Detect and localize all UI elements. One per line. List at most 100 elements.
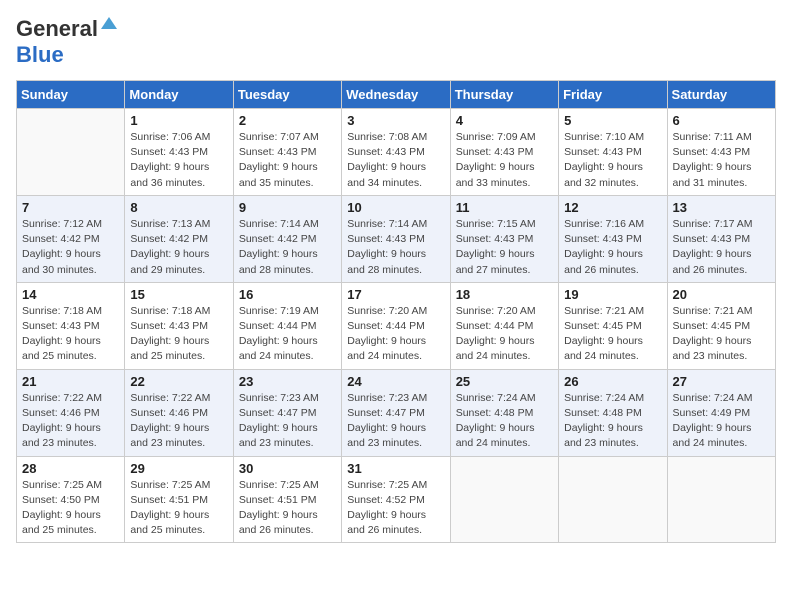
calendar-cell: 28 Sunrise: 7:25 AMSunset: 4:50 PMDayligh… (17, 456, 125, 543)
calendar-cell: 12 Sunrise: 7:16 AMSunset: 4:43 PMDayligh… (559, 195, 667, 282)
day-number: 25 (456, 374, 553, 389)
day-number: 19 (564, 287, 661, 302)
day-number: 13 (673, 200, 770, 215)
calendar-cell: 11 Sunrise: 7:15 AMSunset: 4:43 PMDayligh… (450, 195, 558, 282)
day-number: 1 (130, 113, 227, 128)
calendar-cell: 15Sunrise: 7:18 AMSunset: 4:43 PMDayligh… (125, 282, 233, 369)
calendar-cell: 29 Sunrise: 7:25 AMSunset: 4:51 PMDayligh… (125, 456, 233, 543)
day-info: Sunrise: 7:17 AMSunset: 4:43 PMDaylight:… (673, 218, 753, 276)
calendar-cell: 19 Sunrise: 7:21 AMSunset: 4:45 PMDayligh… (559, 282, 667, 369)
calendar-cell: 14 Sunrise: 7:18 AMSunset: 4:43 PMDayligh… (17, 282, 125, 369)
day-info: Sunrise: 7:22 AMSunset: 4:46 PMDaylight:… (22, 392, 102, 450)
day-info: Sunrise: 7:21 AMSunset: 4:45 PMDaylight:… (564, 305, 644, 363)
day-info: Sunrise: 7:22 AMSunset: 4:46 PMDaylight:… (130, 392, 210, 450)
calendar-cell: 13 Sunrise: 7:17 AMSunset: 4:43 PMDayligh… (667, 195, 775, 282)
calendar-table: SundayMondayTuesdayWednesdayThursdayFrid… (16, 80, 776, 543)
calendar-cell: 25 Sunrise: 7:24 AMSunset: 4:48 PMDayligh… (450, 369, 558, 456)
day-number: 9 (239, 200, 336, 215)
day-info: Sunrise: 7:25 AMSunset: 4:52 PMDaylight:… (347, 479, 427, 537)
calendar-cell: 30 Sunrise: 7:25 AMSunset: 4:51 PMDayligh… (233, 456, 341, 543)
calendar-cell: 20Sunrise: 7:21 AMSunset: 4:45 PMDayligh… (667, 282, 775, 369)
calendar-cell: 9Sunrise: 7:14 AMSunset: 4:42 PMDaylight… (233, 195, 341, 282)
day-info: Sunrise: 7:12 AMSunset: 4:42 PMDaylight:… (22, 218, 102, 276)
calendar-cell: 3 Sunrise: 7:08 AMSunset: 4:43 PMDaylight… (342, 109, 450, 196)
day-number: 16 (239, 287, 336, 302)
calendar-cell: 4 Sunrise: 7:09 AMSunset: 4:43 PMDaylight… (450, 109, 558, 196)
day-number: 26 (564, 374, 661, 389)
day-number: 5 (564, 113, 661, 128)
day-info: Sunrise: 7:20 AMSunset: 4:44 PMDaylight:… (347, 305, 427, 363)
calendar-cell: 10 Sunrise: 7:14 AMSunset: 4:43 PMDayligh… (342, 195, 450, 282)
day-info: Sunrise: 7:25 AMSunset: 4:50 PMDaylight:… (22, 479, 102, 537)
day-info: Sunrise: 7:08 AMSunset: 4:43 PMDaylight:… (347, 131, 427, 189)
calendar-cell (450, 456, 558, 543)
day-number: 7 (22, 200, 119, 215)
calendar-cell (17, 109, 125, 196)
calendar-cell: 31 Sunrise: 7:25 AMSunset: 4:52 PMDayligh… (342, 456, 450, 543)
day-info: Sunrise: 7:19 AMSunset: 4:44 PMDaylight:… (239, 305, 319, 363)
calendar-week-row: 28 Sunrise: 7:25 AMSunset: 4:50 PMDayligh… (17, 456, 776, 543)
calendar-cell: 18 Sunrise: 7:20 AMSunset: 4:44 PMDayligh… (450, 282, 558, 369)
calendar-cell: 24 Sunrise: 7:23 AMSunset: 4:47 PMDayligh… (342, 369, 450, 456)
weekday-header-thursday: Thursday (450, 81, 558, 109)
day-info: Sunrise: 7:10 AMSunset: 4:43 PMDaylight:… (564, 131, 644, 189)
day-number: 23 (239, 374, 336, 389)
day-number: 3 (347, 113, 444, 128)
day-number: 28 (22, 461, 119, 476)
calendar-cell: 27 Sunrise: 7:24 AMSunset: 4:49 PMDayligh… (667, 369, 775, 456)
day-number: 12 (564, 200, 661, 215)
day-info: Sunrise: 7:16 AMSunset: 4:43 PMDaylight:… (564, 218, 644, 276)
weekday-header-sunday: Sunday (17, 81, 125, 109)
day-info: Sunrise: 7:13 AMSunset: 4:42 PMDaylight:… (130, 218, 210, 276)
day-number: 10 (347, 200, 444, 215)
calendar-cell: 1 Sunrise: 7:06 AMSunset: 4:43 PMDaylight… (125, 109, 233, 196)
day-info: Sunrise: 7:11 AMSunset: 4:43 PMDaylight:… (673, 131, 752, 189)
day-number: 11 (456, 200, 553, 215)
day-number: 2 (239, 113, 336, 128)
calendar-cell (559, 456, 667, 543)
calendar-cell: 16 Sunrise: 7:19 AMSunset: 4:44 PMDayligh… (233, 282, 341, 369)
day-number: 6 (673, 113, 770, 128)
day-number: 18 (456, 287, 553, 302)
weekday-header-tuesday: Tuesday (233, 81, 341, 109)
calendar-cell: 2 Sunrise: 7:07 AMSunset: 4:43 PMDaylight… (233, 109, 341, 196)
day-info: Sunrise: 7:25 AMSunset: 4:51 PMDaylight:… (130, 479, 210, 537)
day-info: Sunrise: 7:24 AMSunset: 4:49 PMDaylight:… (673, 392, 753, 450)
day-info: Sunrise: 7:14 AMSunset: 4:43 PMDaylight:… (347, 218, 427, 276)
day-number: 29 (130, 461, 227, 476)
calendar-week-row: 7 Sunrise: 7:12 AMSunset: 4:42 PMDaylight… (17, 195, 776, 282)
logo-general-text: General (16, 16, 98, 42)
calendar-cell: 8Sunrise: 7:13 AMSunset: 4:42 PMDaylight… (125, 195, 233, 282)
weekday-header-friday: Friday (559, 81, 667, 109)
day-number: 4 (456, 113, 553, 128)
day-number: 22 (130, 374, 227, 389)
day-info: Sunrise: 7:24 AMSunset: 4:48 PMDaylight:… (456, 392, 536, 450)
day-number: 27 (673, 374, 770, 389)
calendar-cell (667, 456, 775, 543)
calendar-cell: 26Sunrise: 7:24 AMSunset: 4:48 PMDayligh… (559, 369, 667, 456)
calendar-week-row: 21Sunrise: 7:22 AMSunset: 4:46 PMDayligh… (17, 369, 776, 456)
calendar-cell: 5 Sunrise: 7:10 AMSunset: 4:43 PMDaylight… (559, 109, 667, 196)
day-info: Sunrise: 7:21 AMSunset: 4:45 PMDaylight:… (673, 305, 753, 363)
day-info: Sunrise: 7:25 AMSunset: 4:51 PMDaylight:… (239, 479, 319, 537)
day-info: Sunrise: 7:18 AMSunset: 4:43 PMDaylight:… (22, 305, 102, 363)
calendar-cell: 22 Sunrise: 7:22 AMSunset: 4:46 PMDayligh… (125, 369, 233, 456)
day-info: Sunrise: 7:23 AMSunset: 4:47 PMDaylight:… (347, 392, 427, 450)
day-info: Sunrise: 7:23 AMSunset: 4:47 PMDaylight:… (239, 392, 319, 450)
logo: General Blue (16, 16, 117, 68)
day-number: 14 (22, 287, 119, 302)
day-number: 17 (347, 287, 444, 302)
day-number: 24 (347, 374, 444, 389)
calendar-week-row: 1 Sunrise: 7:06 AMSunset: 4:43 PMDaylight… (17, 109, 776, 196)
day-info: Sunrise: 7:20 AMSunset: 4:44 PMDaylight:… (456, 305, 536, 363)
calendar-cell: 23 Sunrise: 7:23 AMSunset: 4:47 PMDayligh… (233, 369, 341, 456)
day-info: Sunrise: 7:09 AMSunset: 4:43 PMDaylight:… (456, 131, 536, 189)
day-info: Sunrise: 7:15 AMSunset: 4:43 PMDaylight:… (456, 218, 536, 276)
weekday-header-monday: Monday (125, 81, 233, 109)
day-number: 31 (347, 461, 444, 476)
day-info: Sunrise: 7:07 AMSunset: 4:43 PMDaylight:… (239, 131, 319, 189)
logo-triangle-icon (101, 15, 117, 36)
day-number: 30 (239, 461, 336, 476)
day-info: Sunrise: 7:06 AMSunset: 4:43 PMDaylight:… (130, 131, 210, 189)
day-number: 15 (130, 287, 227, 302)
